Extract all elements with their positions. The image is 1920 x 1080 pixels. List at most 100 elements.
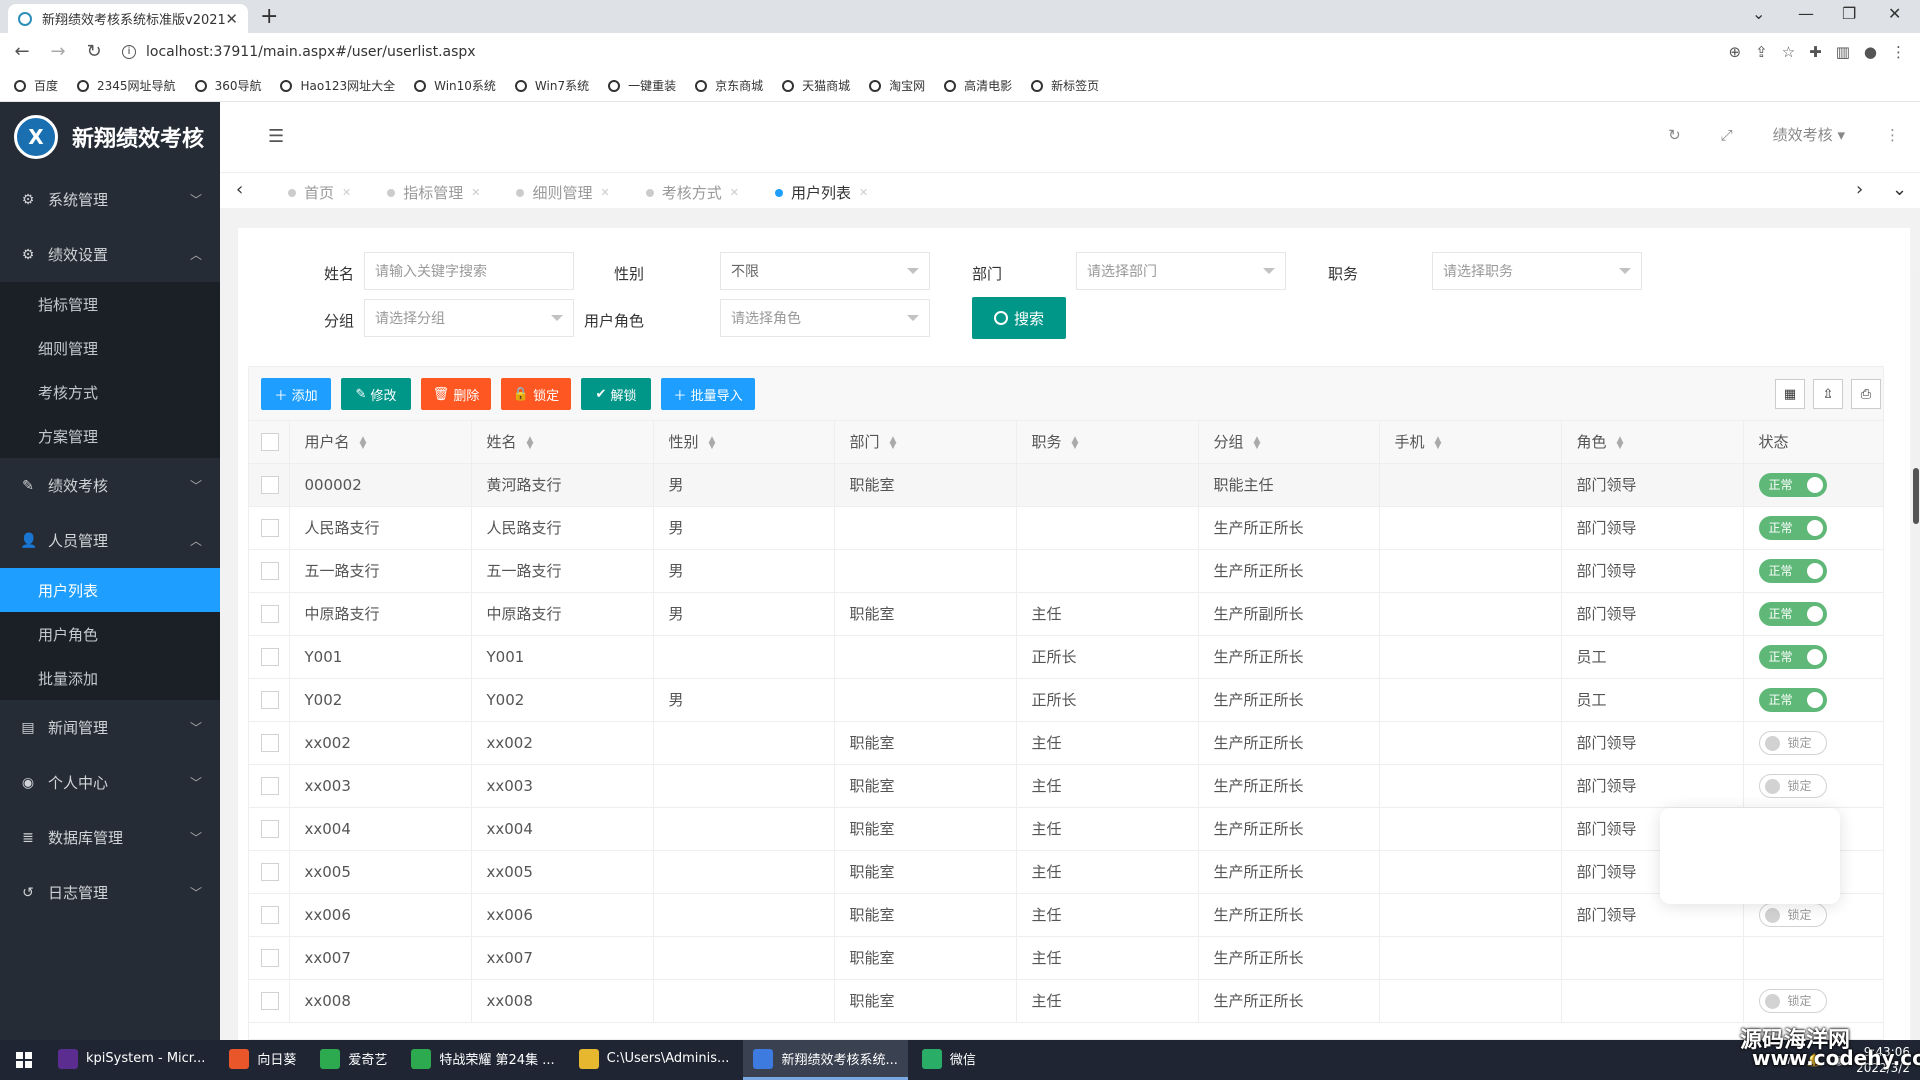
sidebar-group-5[interactable]: ◉ 个人中心 ﹀ bbox=[0, 755, 220, 810]
row-checkbox[interactable] bbox=[261, 690, 279, 709]
bookmark-item[interactable]: 新标签页 bbox=[1031, 77, 1099, 94]
bookmark-item[interactable]: 2345网址导航 bbox=[77, 77, 176, 94]
tab-search-icon[interactable]: ⌄ bbox=[1752, 4, 1765, 23]
tabs-next-icon[interactable]: › bbox=[1856, 179, 1863, 200]
status-toggle[interactable]: 锁定 bbox=[1758, 773, 1827, 798]
taskbar-app[interactable]: 新翔绩效考核系统... bbox=[743, 1040, 908, 1080]
site-info-icon[interactable]: i bbox=[122, 44, 136, 59]
sidebar-item[interactable]: 指标管理 bbox=[0, 282, 220, 326]
page-scrollbar[interactable] bbox=[1912, 272, 1920, 1052]
table-row[interactable]: 000002 黄河路支行男职能室 职能主任 部门领导 正常 bbox=[249, 463, 1883, 507]
row-checkbox[interactable] bbox=[261, 475, 279, 494]
column-header[interactable]: 职务 ▲ ▼ bbox=[1016, 421, 1199, 464]
column-header[interactable]: 性别 ▲ ▼ bbox=[653, 421, 835, 464]
table-row[interactable]: 五一路支行 五一路支行男生产所正所长 部门领导 正常 bbox=[249, 549, 1883, 593]
add-button[interactable]: ＋ 添加 bbox=[261, 378, 331, 410]
user-menu[interactable]: 绩效考核 ▾ bbox=[1773, 124, 1845, 145]
fullscreen-icon[interactable]: ⤢ bbox=[1721, 126, 1733, 144]
sidebar-item[interactable]: 用户角色 bbox=[0, 612, 220, 656]
row-checkbox[interactable] bbox=[261, 647, 279, 666]
close-tab-icon[interactable]: ✕ bbox=[225, 10, 238, 28]
sidebar-item[interactable]: 批量添加 bbox=[0, 656, 220, 700]
status-toggle[interactable]: 正常 bbox=[1758, 601, 1827, 626]
table-row[interactable]: xx008 xx008 职能室 主任 生产所正所长 锁定 bbox=[249, 979, 1883, 1023]
profile-icon[interactable]: ● bbox=[1864, 43, 1877, 61]
table-row[interactable]: xx005 xx005 职能室 主任 生产所正所长 部门领导 bbox=[249, 850, 1883, 894]
sidebar-group-6[interactable]: ≣ 数据库管理 ﹀ bbox=[0, 810, 220, 865]
table-row[interactable]: 中原路支行 中原路支行男职能室 主任 生产所副所长 部门领导 正常 bbox=[249, 592, 1883, 636]
sidebar-group-4[interactable]: ▤ 新闻管理 ﹀ bbox=[0, 700, 220, 755]
row-checkbox[interactable] bbox=[261, 819, 279, 838]
table-row[interactable]: 人民路支行 人民路支行男生产所正所长 部门领导 正常 bbox=[249, 506, 1883, 550]
sidebar-item[interactable]: 考核方式 bbox=[0, 370, 220, 414]
bookmark-item[interactable]: 一键重装 bbox=[608, 77, 676, 94]
bookmark-item[interactable]: 天猫商城 bbox=[782, 77, 850, 94]
browser-tab[interactable]: 新翔绩效考核系统标准版v2021 ✕ bbox=[8, 4, 248, 33]
bookmark-item[interactable]: 淘宝网 bbox=[869, 77, 925, 94]
dept-select[interactable]: 请选择部门 bbox=[1076, 252, 1286, 290]
bookmark-item[interactable]: Hao123网址大全 bbox=[280, 77, 395, 94]
bookmark-item[interactable]: Win10系统 bbox=[414, 77, 496, 94]
group-select[interactable]: 请选择分组 bbox=[364, 299, 574, 337]
close-icon[interactable]: ✕ bbox=[471, 186, 480, 199]
search-button[interactable]: 搜索 bbox=[972, 297, 1066, 339]
table-row[interactable]: xx004 xx004 职能室 主任 生产所正所长 部门领导 bbox=[249, 807, 1883, 851]
row-checkbox[interactable] bbox=[261, 604, 279, 623]
page-tab[interactable]: 细则管理 ✕ bbox=[516, 182, 610, 203]
refresh-icon[interactable]: ↻ bbox=[1668, 126, 1681, 144]
tabs-menu-icon[interactable]: ⌄ bbox=[1892, 179, 1907, 200]
zoom-icon[interactable]: ⊕ bbox=[1729, 43, 1742, 61]
sidebar-group-7[interactable]: ↺ 日志管理 ﹀ bbox=[0, 865, 220, 920]
share-icon[interactable]: ⇪ bbox=[1755, 43, 1768, 61]
row-checkbox[interactable] bbox=[261, 733, 279, 752]
sort-icon[interactable]: ▲ ▼ bbox=[709, 435, 716, 450]
unlock-button[interactable]: ✔ 解锁 bbox=[581, 378, 651, 410]
bookmark-star-icon[interactable]: ☆ bbox=[1782, 43, 1795, 61]
status-toggle[interactable]: 正常 bbox=[1758, 472, 1827, 497]
close-window-icon[interactable]: ✕ bbox=[1888, 4, 1901, 23]
columns-icon[interactable]: ▦ bbox=[1775, 379, 1805, 409]
sidebar-group-3[interactable]: 👤 人员管理 ︿ bbox=[0, 513, 220, 568]
row-checkbox[interactable] bbox=[261, 776, 279, 795]
sidebar-item[interactable]: 用户列表 bbox=[0, 568, 220, 612]
table-row[interactable]: xx003 xx003 职能室 主任 生产所正所长 部门领导 锁定 bbox=[249, 764, 1883, 808]
bookmark-item[interactable]: Win7系统 bbox=[514, 77, 589, 94]
name-filter-input[interactable]: 请输入关键字搜索 bbox=[364, 252, 574, 290]
sort-icon[interactable]: ▲ ▼ bbox=[1617, 435, 1624, 450]
column-header[interactable]: 角色 ▲ ▼ bbox=[1561, 421, 1744, 464]
table-row[interactable]: Y002 Y002 男正所长 生产所正所长 员工 正常 bbox=[249, 678, 1883, 722]
row-checkbox[interactable] bbox=[261, 905, 279, 924]
role-select[interactable]: 请选择角色 bbox=[720, 299, 930, 337]
page-tab[interactable]: 首页 ✕ bbox=[288, 182, 351, 203]
sidepanel-icon[interactable]: ▥ bbox=[1836, 43, 1850, 61]
lock-button[interactable]: 🔒 锁定 bbox=[501, 378, 571, 410]
taskbar-app[interactable]: kpiSystem - Micr... bbox=[48, 1040, 215, 1080]
column-header[interactable]: 姓名 ▲ ▼ bbox=[471, 421, 654, 464]
sidebar-item[interactable]: 细则管理 bbox=[0, 326, 220, 370]
export-icon[interactable]: ⇫ bbox=[1813, 379, 1843, 409]
batch-import-button[interactable]: ＋ 批量导入 bbox=[661, 378, 755, 410]
select-all-checkbox[interactable] bbox=[261, 433, 279, 451]
taskbar-app[interactable]: 特战荣耀 第24集 ... bbox=[401, 1040, 564, 1080]
app-logo[interactable]: X 新翔绩效考核 bbox=[0, 102, 220, 172]
minimize-icon[interactable]: — bbox=[1798, 4, 1814, 23]
bookmark-item[interactable]: 百度 bbox=[14, 77, 58, 94]
sort-icon[interactable]: ▲ ▼ bbox=[1435, 435, 1442, 450]
reload-icon[interactable]: ↻ bbox=[80, 41, 108, 62]
browser-menu-icon[interactable]: ⋮ bbox=[1891, 43, 1906, 61]
row-checkbox[interactable] bbox=[261, 862, 279, 881]
column-header[interactable]: 手机 ▲ ▼ bbox=[1379, 421, 1562, 464]
status-toggle[interactable]: 锁定 bbox=[1758, 730, 1827, 755]
sort-icon[interactable]: ▲ ▼ bbox=[527, 435, 534, 450]
sidebar-group-1[interactable]: ⚙ 绩效设置 ︿ bbox=[0, 227, 220, 282]
column-header[interactable]: 用户名 ▲ ▼ bbox=[289, 421, 472, 464]
page-tab[interactable]: 指标管理 ✕ bbox=[387, 182, 480, 203]
row-checkbox[interactable] bbox=[261, 991, 279, 1010]
start-button[interactable] bbox=[0, 1052, 48, 1068]
table-row[interactable]: Y001 Y001 正所长 生产所正所长 员工 正常 bbox=[249, 635, 1883, 679]
bookmark-item[interactable]: 高清电影 bbox=[944, 77, 1012, 94]
sidebar-item[interactable]: 方案管理 bbox=[0, 414, 220, 458]
row-checkbox[interactable] bbox=[261, 518, 279, 537]
duty-select[interactable]: 请选择职务 bbox=[1432, 252, 1642, 290]
page-tab[interactable]: 考核方式 ✕ bbox=[645, 182, 739, 203]
